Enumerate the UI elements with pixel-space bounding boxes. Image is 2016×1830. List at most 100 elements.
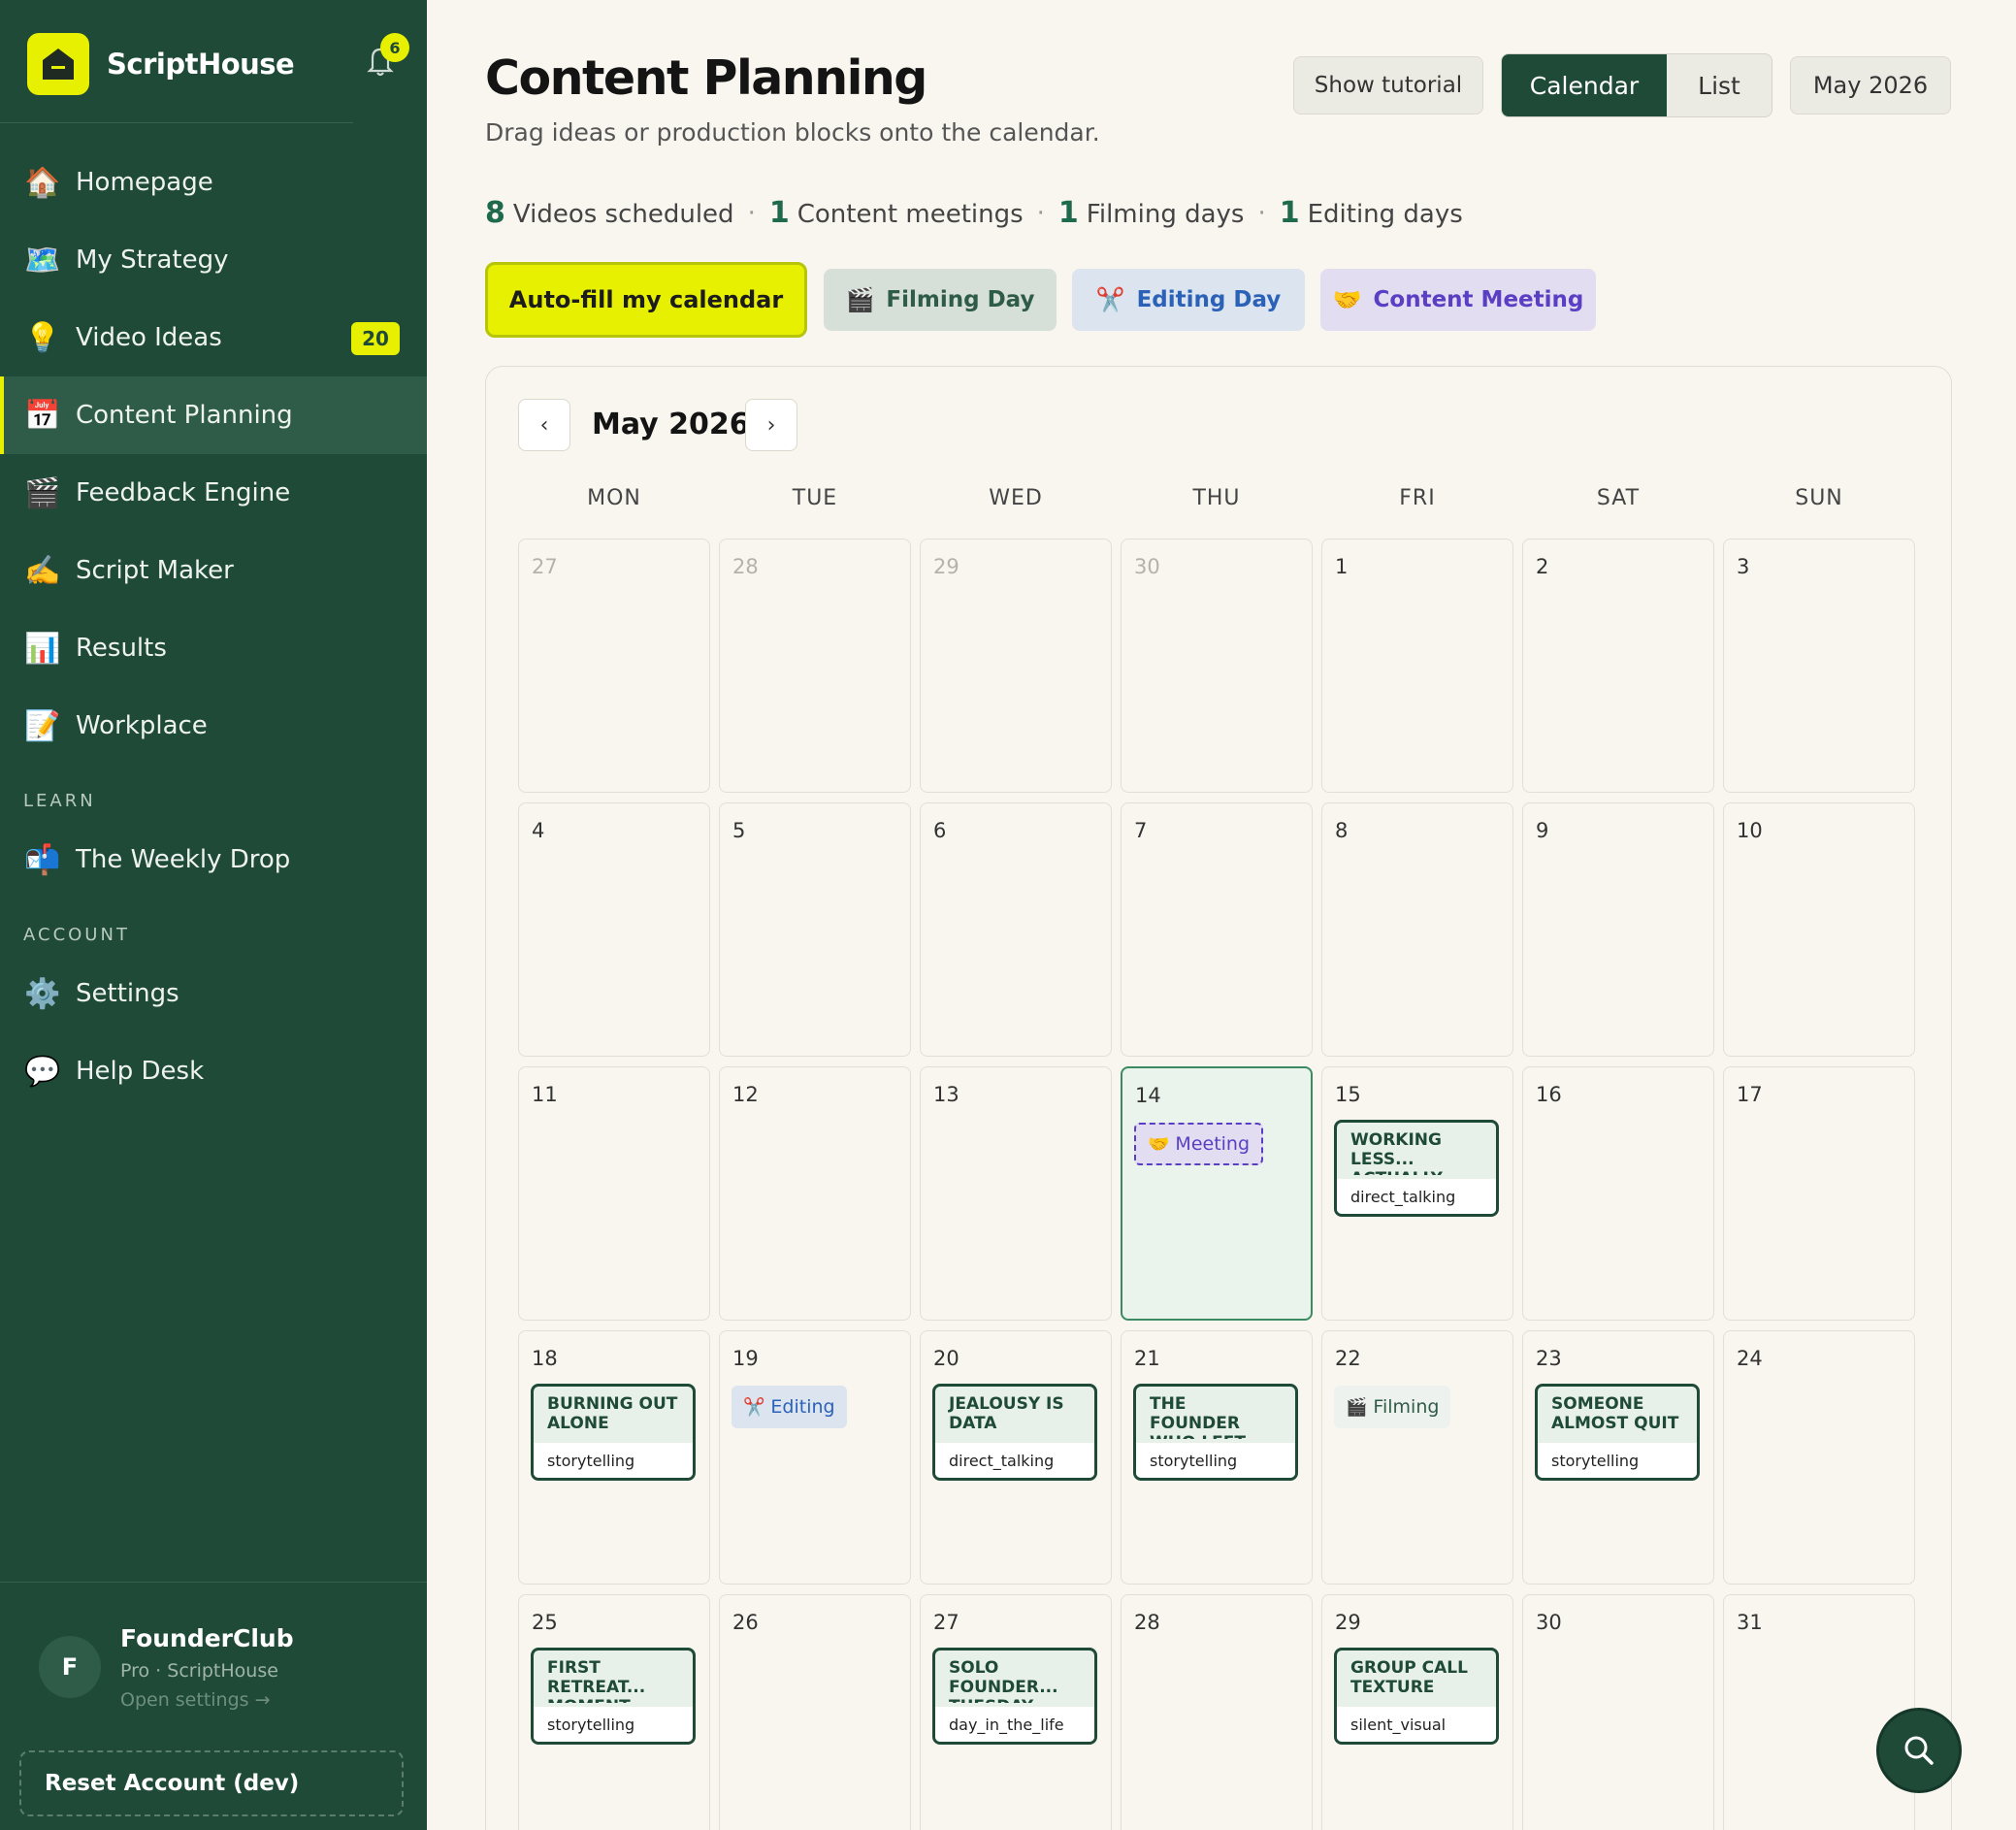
calendar-day-cell[interactable]: 20 Jealousy is data direct_talking (920, 1330, 1112, 1585)
calendar-day-cell[interactable]: 9 (1522, 802, 1714, 1057)
meeting-block[interactable]: 🤝 Meeting (1134, 1123, 1264, 1165)
results-icon: 📊 (24, 631, 61, 666)
video-title: Someone almost quit (1551, 1394, 1679, 1433)
homepage-icon: 🏠 (24, 165, 61, 200)
video-format-tag: storytelling (534, 1707, 693, 1742)
calendar-day-cell[interactable]: 12 (719, 1066, 911, 1321)
calendar-day-cell[interactable]: 16 (1522, 1066, 1714, 1321)
month-select-button[interactable]: May 2026 (1790, 56, 1951, 114)
calendar-day-cell[interactable]: 27 Solo founder... Tuesday day_in_the_life (920, 1594, 1112, 1830)
day-number: 6 (933, 819, 947, 842)
scheduled-video-card[interactable]: Jealousy is data direct_talking (932, 1384, 1097, 1481)
calendar-day-cell[interactable]: 19 ✂️ Editing (719, 1330, 911, 1585)
scheduled-video-card[interactable]: Group call texture silent_visual (1334, 1648, 1499, 1745)
content-meeting-block[interactable]: 🤝 Content Meeting (1320, 269, 1596, 331)
calendar-day-cell[interactable]: 30 (1522, 1594, 1714, 1830)
day-number: 12 (732, 1083, 759, 1106)
user-card[interactable]: F FounderClub Pro · ScriptHouse Open set… (39, 1624, 294, 1711)
next-month-button[interactable]: › (745, 399, 797, 451)
calendar-day-cell[interactable]: 8 (1321, 802, 1513, 1057)
video-title: Burning out alone (547, 1394, 678, 1433)
calendar-day-cell[interactable]: 26 (719, 1594, 911, 1830)
filming-block[interactable]: 🎬 Filming (1334, 1386, 1451, 1428)
calendar-day-cell[interactable]: 5 (719, 802, 911, 1057)
calendar-day-cell[interactable]: 14 🤝 Meeting (1121, 1066, 1313, 1321)
reset-account-button[interactable]: Reset Account (dev) (19, 1750, 404, 1816)
calendar-day-cell[interactable]: 6 (920, 802, 1112, 1057)
sidebar-item-feedback-engine[interactable]: 🎬 Feedback Engine (0, 454, 427, 532)
day-number: 29 (933, 555, 959, 578)
calendar-day-cell[interactable]: 15 Working less... actually direct_talking (1321, 1066, 1513, 1321)
weekday-header: TUE (792, 486, 838, 510)
video-format-tag: direct_talking (935, 1443, 1094, 1478)
scheduled-video-card[interactable]: Working less... actually direct_talking (1334, 1120, 1499, 1217)
sidebar-item-help-desk[interactable]: 💬 Help Desk (0, 1032, 427, 1110)
scheduled-video-card[interactable]: Burning out alone storytelling (531, 1384, 696, 1481)
calendar-day-cell[interactable]: 17 (1723, 1066, 1915, 1321)
scheduled-video-card[interactable]: Someone almost quit storytelling (1535, 1384, 1700, 1481)
day-number: 27 (933, 1611, 959, 1634)
calendar-day-cell[interactable]: 30 (1121, 539, 1313, 793)
calendar-day-cell[interactable]: 23 Someone almost quit storytelling (1522, 1330, 1714, 1585)
day-number: 1 (1335, 555, 1349, 578)
editing-day-block[interactable]: ✂️ Editing Day (1072, 269, 1305, 331)
calendar-day-cell[interactable]: 24 (1723, 1330, 1915, 1585)
prev-month-button[interactable]: ‹ (518, 399, 570, 451)
sidebar-item-video-ideas[interactable]: 💡 Video Ideas 20 (0, 299, 427, 376)
sidebar-item-results[interactable]: 📊 Results (0, 609, 427, 687)
scheduled-video-card[interactable]: The founder who left storytelling (1133, 1384, 1298, 1481)
calendar-day-cell[interactable]: 25 First retreat... moment storytelling (518, 1594, 710, 1830)
calendar-day-cell[interactable]: 3 (1723, 539, 1915, 793)
day-number: 29 (1335, 1611, 1361, 1634)
brand[interactable]: ScriptHouse (27, 33, 295, 95)
sidebar-item-content-planning[interactable]: 📅 Content Planning (0, 376, 427, 454)
calendar-day-cell[interactable]: 2 (1522, 539, 1714, 793)
calendar-day-cell[interactable]: 18 Burning out alone storytelling (518, 1330, 710, 1585)
filming-day-block[interactable]: 🎬 Filming Day (824, 269, 1057, 331)
calendar-day-cell[interactable]: 27 (518, 539, 710, 793)
sidebar-item-script-maker[interactable]: ✍️ Script Maker (0, 532, 427, 609)
calendar-day-cell[interactable]: 10 (1723, 802, 1915, 1057)
settings-icon: ⚙️ (24, 976, 61, 1011)
sidebar-item-workplace[interactable]: 📝 Workplace (0, 687, 427, 765)
show-tutorial-button[interactable]: Show tutorial (1293, 56, 1483, 114)
sidebar-item-homepage[interactable]: 🏠 Homepage (0, 144, 427, 221)
calendar-day-cell[interactable]: 29 (920, 539, 1112, 793)
sidebar-item-weekly-drop[interactable]: 📬 The Weekly Drop (0, 821, 427, 899)
search-button[interactable] (1876, 1708, 1962, 1793)
weekday-header: MON (587, 486, 641, 510)
scheduled-video-card[interactable]: Solo founder... Tuesday day_in_the_life (932, 1648, 1097, 1745)
sidebar-item-my-strategy[interactable]: 🗺️ My Strategy (0, 221, 427, 299)
calendar-day-cell[interactable]: 29 Group call texture silent_visual (1321, 1594, 1513, 1830)
day-number: 24 (1737, 1347, 1763, 1370)
open-settings-link[interactable]: Open settings → (120, 1689, 294, 1711)
calendar-view-button[interactable]: Calendar (1502, 54, 1667, 116)
scheduled-video-card[interactable]: First retreat... moment storytelling (531, 1648, 696, 1745)
calendar-day-cell[interactable]: 4 (518, 802, 710, 1057)
sidebar-item-settings[interactable]: ⚙️ Settings (0, 955, 427, 1032)
calendar-day-cell[interactable]: 22 🎬 Filming (1321, 1330, 1513, 1585)
calendar-day-cell[interactable]: 1 (1321, 539, 1513, 793)
view-toggle: Calendar List (1501, 53, 1772, 117)
calendar-day-cell[interactable]: 13 (920, 1066, 1112, 1321)
list-view-button[interactable]: List (1667, 54, 1772, 116)
video-ideas-icon: 💡 (24, 320, 61, 355)
day-number: 30 (1134, 555, 1160, 578)
weekday-header: SAT (1596, 486, 1641, 510)
calendar-day-cell[interactable]: 21 The founder who left storytelling (1121, 1330, 1313, 1585)
divider (0, 122, 353, 123)
stats-row: 8 Videos scheduled · 1 Content meetings · 1 Fil… (485, 196, 1463, 230)
calendar-day-cell[interactable]: 7 (1121, 802, 1313, 1057)
calendar-day-cell[interactable]: 11 (518, 1066, 710, 1321)
calendar-day-cell[interactable]: 28 (1121, 1594, 1313, 1830)
handshake-icon: 🤝 (1332, 286, 1362, 313)
calendar-day-cell[interactable]: 28 (719, 539, 911, 793)
handshake-icon: 🤝 (1148, 1133, 1170, 1155)
editing-block[interactable]: ✂️ Editing (732, 1386, 847, 1428)
editing-day-label: Editing Day (1136, 287, 1282, 312)
autofill-calendar-button[interactable]: Auto-fill my calendar (485, 262, 807, 338)
video-format-tag: storytelling (1136, 1443, 1295, 1478)
clapperboard-icon: 🎬 (1346, 1396, 1368, 1418)
calendar-day-cell[interactable]: 31 (1723, 1594, 1915, 1830)
page-title: Content Planning (485, 50, 927, 106)
